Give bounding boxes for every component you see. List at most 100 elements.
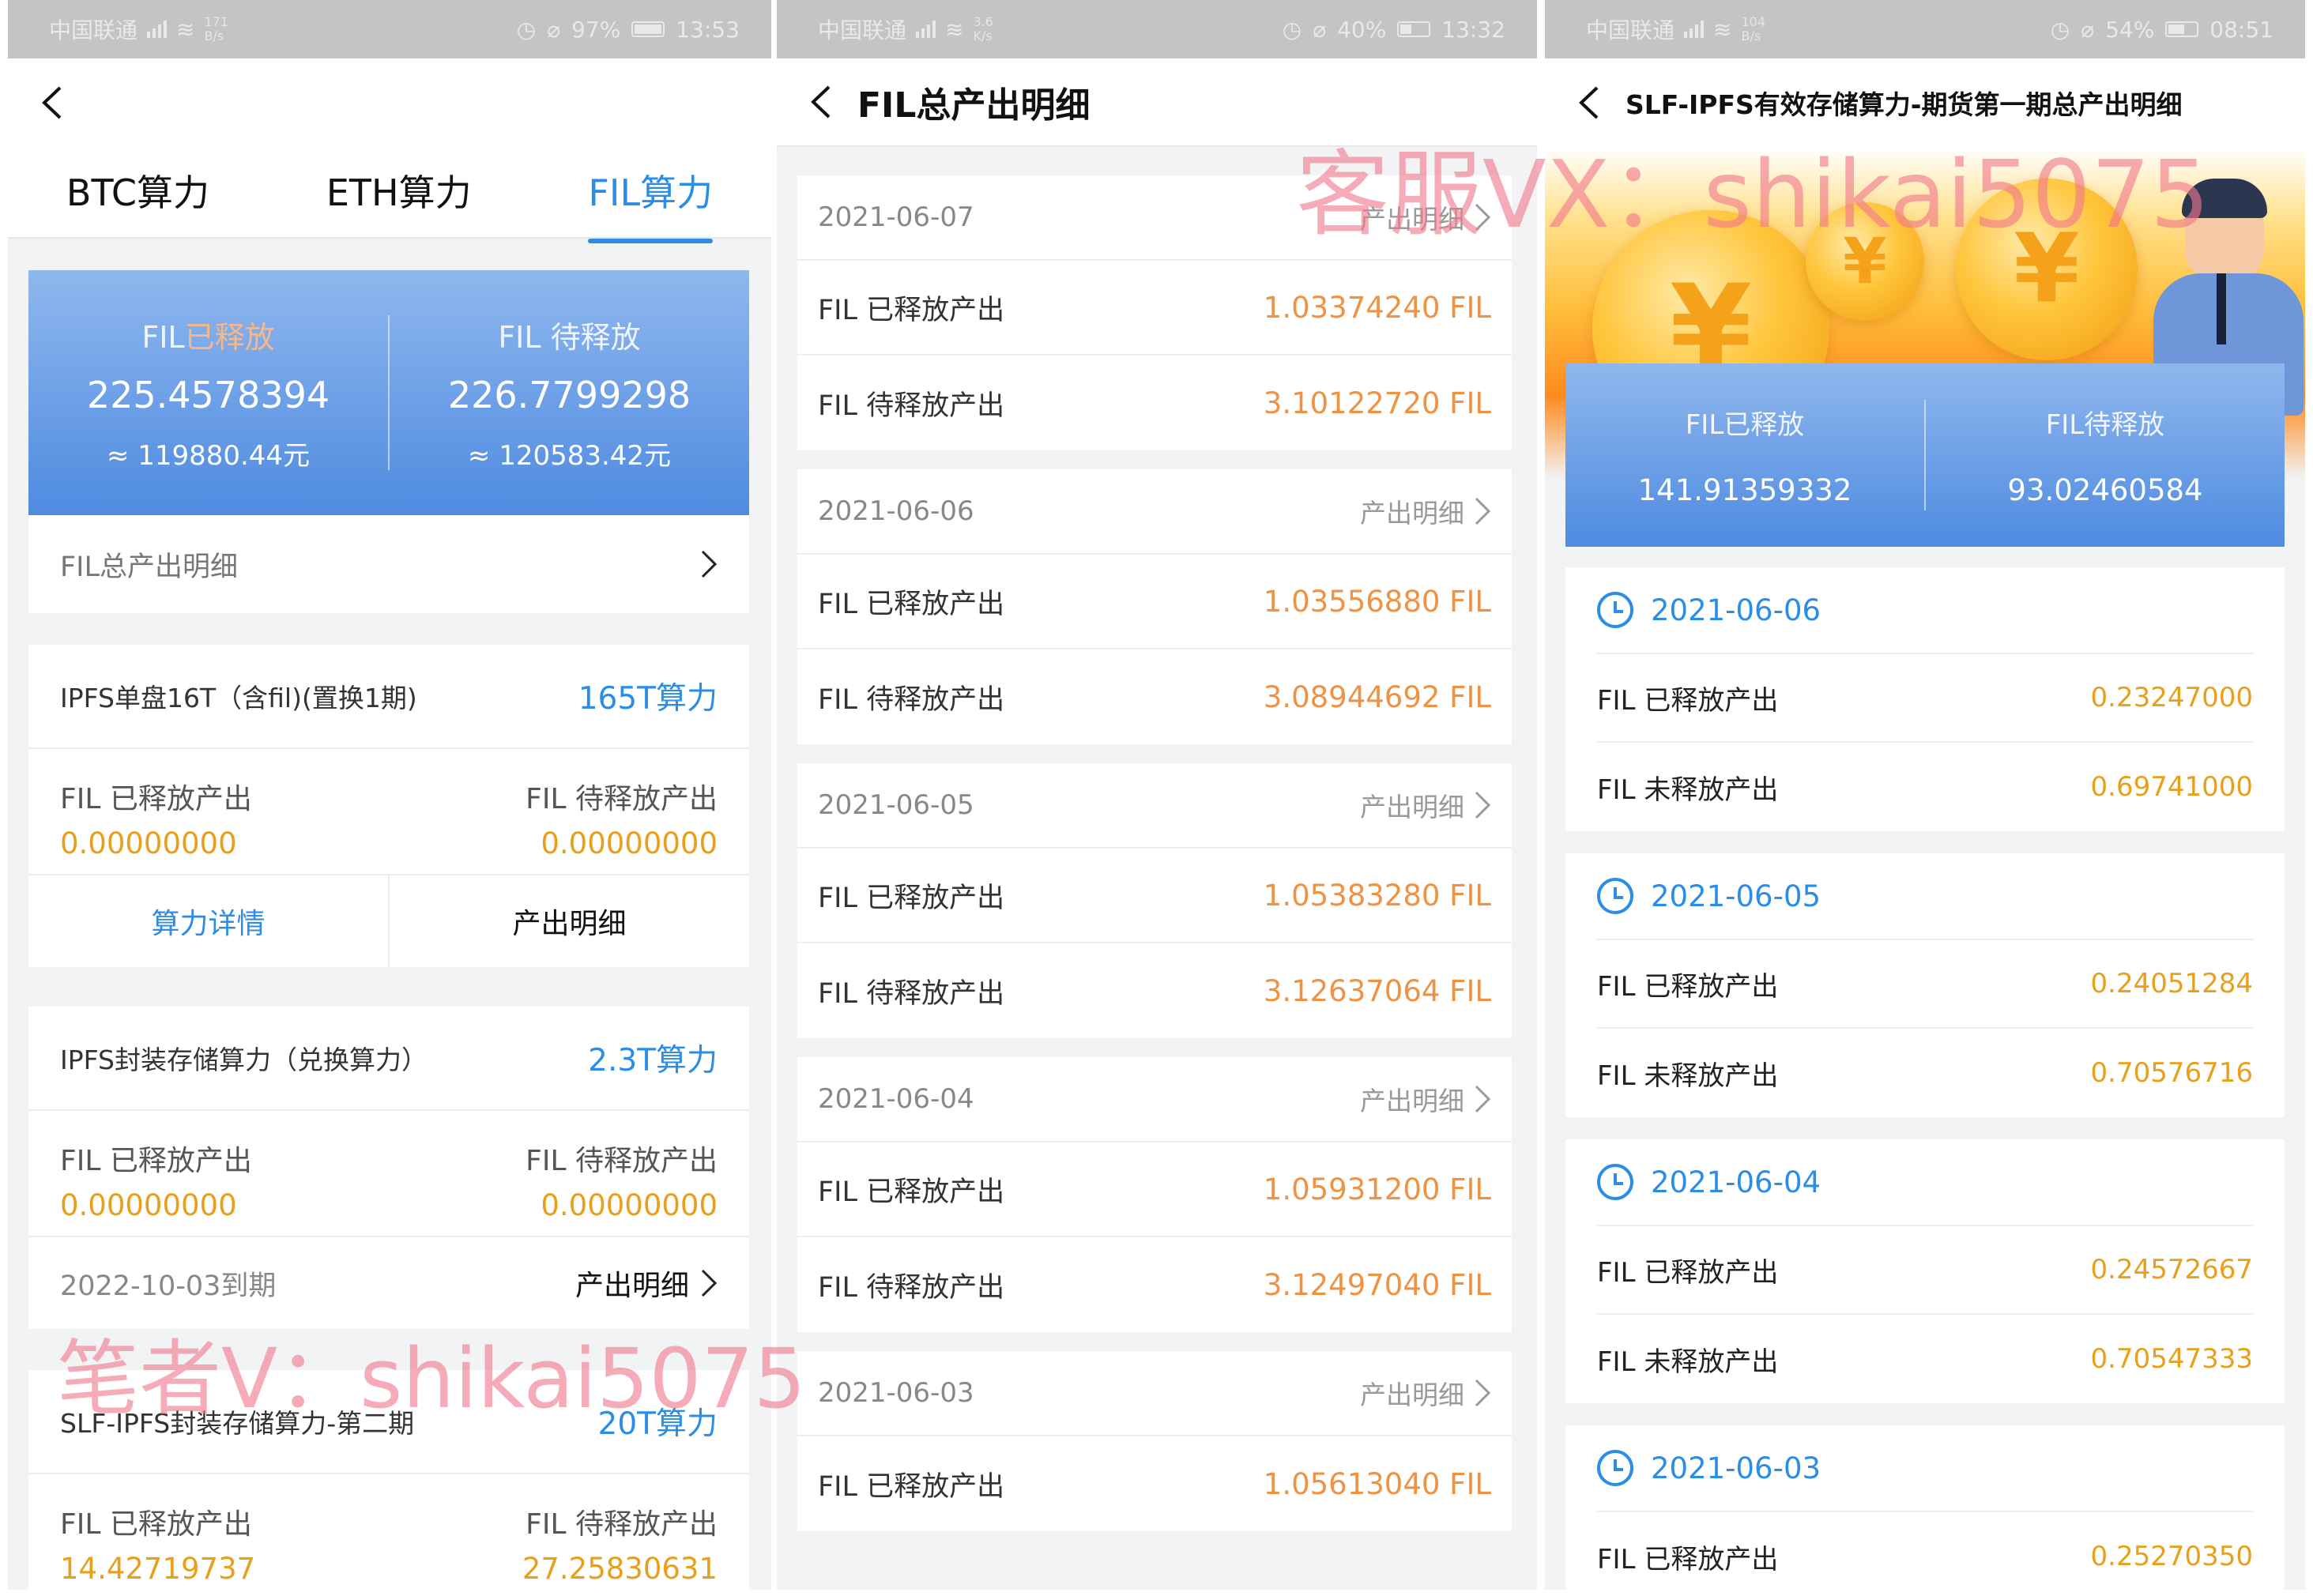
output-label: FIL 已释放产出 <box>1597 1256 1779 1289</box>
output-value: 3.12637064 FIL <box>1263 973 1491 1008</box>
output-details-link[interactable]: 产出明细 <box>1360 1080 1491 1118</box>
chevron-right-icon <box>1475 497 1491 525</box>
output-value: 0.70547333 <box>2090 1343 2254 1375</box>
watermark: 客服VX：shikai5075 <box>1296 140 2210 249</box>
output-line: FIL 待释放产出 3.08944692 FIL <box>797 649 1512 744</box>
output-details-label: 产出明细 <box>1360 792 1464 822</box>
clock-icon <box>1597 592 1633 628</box>
alarm-icon: ◷ <box>516 16 537 43</box>
pending-label: FIL 待释放 <box>498 320 641 355</box>
output-line: FIL 待释放产出 3.12637064 FIL <box>797 943 1512 1038</box>
output-value: 0.25270350 <box>2090 1541 2254 1572</box>
signal-icon <box>147 21 168 38</box>
clock-time: 13:32 <box>1441 16 1505 43</box>
output-label: FIL 已释放产出 <box>818 1176 1005 1208</box>
chevron-right-icon <box>701 550 718 578</box>
network-speed: 171 B/s <box>204 14 229 43</box>
output-value: 3.10122720 FIL <box>1263 386 1491 420</box>
battery-icon <box>2165 21 2199 37</box>
output-line: FIL 已释放产出 0.23247000 <box>1597 654 2253 743</box>
output-value: 0.70576716 <box>2090 1057 2254 1089</box>
battery-percent: 40% <box>1337 16 1387 43</box>
status-bar: 中国联通 ≋ 104 B/s ◷ ⌀ 54% 08:51 <box>1545 0 2305 58</box>
output-value: 0.24572667 <box>2090 1254 2254 1285</box>
clock-icon <box>1597 878 1633 914</box>
product-name: IPFS封装存储算力（兑换算力） <box>60 1045 428 1075</box>
daily-card-header: 2021-06-06 <box>1597 567 2253 654</box>
released-amount: 141.91359332 <box>1637 473 1852 507</box>
daily-output-card: 2021-06-04 产出明细 FIL 已释放产出 1.05931200 FIL FIL… <box>797 1057 1512 1332</box>
back-arrow-icon <box>811 85 831 119</box>
output-value: 3.08944692 FIL <box>1263 679 1491 714</box>
daily-card-header: 2021-06-04 产出明细 <box>797 1057 1512 1142</box>
daily-output-card: 2021-06-05 产出明细 FIL 已释放产出 1.05383280 FIL FIL… <box>797 763 1512 1038</box>
released-output-label: FIL 已释放产出 <box>60 783 252 815</box>
back-button[interactable] <box>793 74 848 130</box>
output-line: FIL 已释放产出 0.24051284 <box>1597 940 2253 1029</box>
output-details-label: 产出明细 <box>1360 498 1464 529</box>
output-label: FIL 已释放产出 <box>818 588 1005 620</box>
chevron-right-icon <box>1475 791 1491 819</box>
output-details-link[interactable]: 产出明细 <box>1360 1374 1491 1412</box>
tab-bar: BTC算力 ETH算力 FIL算力 <box>8 147 771 243</box>
output-details-label: 产出明细 <box>1360 1380 1464 1410</box>
output-line: FIL 未释放产出 0.69741000 <box>1597 743 2253 831</box>
expiry-date: 2022-10-03到期 <box>60 1270 277 1302</box>
signal-icon <box>916 21 936 38</box>
pending-output-label: FIL 待释放产出 <box>526 1508 718 1541</box>
output-line: FIL 已释放产出 0.24572667 <box>1597 1226 2253 1315</box>
product-card-ipfs-sealed: IPFS封装存储算力（兑换算力） 2.3T算力 FIL 已释放产出 0.0000… <box>28 1007 749 1329</box>
output-line: FIL 待释放产出 3.10122720 FIL <box>797 356 1512 450</box>
alarm-icon: ◷ <box>2050 16 2070 43</box>
battery-percent: 97% <box>571 16 621 43</box>
released-summary: FIL已释放 141.91359332 <box>1565 403 1924 507</box>
tab-fil[interactable]: FIL算力 <box>588 147 713 243</box>
output-line: FIL 待释放产出 3.12497040 FIL <box>797 1237 1512 1332</box>
released-summary: FIL已释放 225.4578394 ≈ 119880.44元 <box>28 313 388 472</box>
output-value: 1.05613040 FIL <box>1263 1466 1491 1501</box>
output-value: 0.69741000 <box>2090 771 2254 803</box>
output-line: FIL 已释放产出 0.25270350 <box>1597 1512 2253 1596</box>
released-amount: 225.4578394 <box>86 374 330 416</box>
pending-amount: 93.02460584 <box>2007 473 2203 507</box>
output-details-link[interactable]: 产出明细 <box>1360 786 1491 824</box>
pending-output-value: 0.00000000 <box>541 826 718 860</box>
output-details-button[interactable]: 产出明细 <box>388 875 749 967</box>
output-label: FIL 待释放产出 <box>818 1271 1005 1304</box>
product-name: IPFS单盘16T（含fil)(置换1期) <box>60 683 417 713</box>
output-details-link[interactable]: 产出明细 <box>1360 492 1491 530</box>
output-date: 2021-06-05 <box>818 789 974 821</box>
daily-card-header: 2021-06-06 产出明细 <box>797 469 1512 555</box>
released-label: FIL已释放 <box>1685 409 1805 441</box>
output-value: 1.05383280 FIL <box>1263 878 1491 913</box>
wifi-icon: ≋ <box>1713 16 1732 43</box>
pending-output-label: FIL 待释放产出 <box>526 1145 718 1177</box>
output-value: 3.12497040 FIL <box>1263 1267 1491 1302</box>
output-label: FIL 未释放产出 <box>1597 774 1779 806</box>
daily-card-header: 2021-06-04 <box>1597 1139 2253 1226</box>
output-value: 1.05931200 FIL <box>1263 1172 1491 1206</box>
daily-card-header: 2021-06-03 产出明细 <box>797 1351 1512 1436</box>
product-power: 2.3T算力 <box>588 1043 718 1078</box>
page-title: FIL总产出明细 <box>857 85 1091 126</box>
daily-card-header: 2021-06-05 产出明细 <box>797 763 1512 849</box>
nav-bar <box>8 58 771 147</box>
chevron-right-icon <box>1475 1085 1491 1113</box>
battery-icon <box>1397 21 1431 37</box>
total-output-detail-link[interactable]: FIL总产出明细 <box>28 515 749 613</box>
wifi-icon: ≋ <box>176 16 195 43</box>
pending-output-label: FIL 待释放产出 <box>526 783 718 815</box>
network-speed: 104 B/s <box>1741 14 1766 43</box>
back-arrow-icon <box>1579 86 1599 119</box>
carrier-label: 中国联通 <box>818 17 907 43</box>
output-line: FIL 已释放产出 1.03556880 FIL <box>797 555 1512 649</box>
output-line: FIL 已释放产出 1.03374240 FIL <box>797 261 1512 356</box>
output-line: FIL 已释放产出 1.05613040 FIL <box>797 1436 1512 1531</box>
output-label: FIL 已释放产出 <box>818 294 1005 326</box>
output-details-link[interactable]: 产出明细 <box>575 1263 718 1304</box>
tab-eth[interactable]: ETH算力 <box>326 147 472 216</box>
mute-icon: ⌀ <box>2081 16 2095 43</box>
power-details-button[interactable]: 算力详情 <box>28 875 388 967</box>
back-button[interactable] <box>24 75 79 130</box>
tab-btc[interactable]: BTC算力 <box>66 147 209 216</box>
